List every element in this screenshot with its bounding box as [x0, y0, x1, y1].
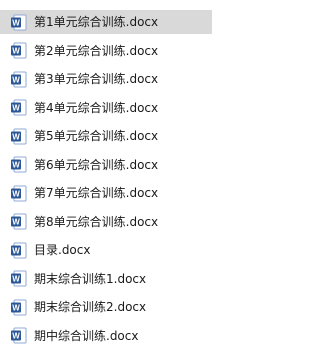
- svg-text:W: W: [12, 332, 20, 341]
- file-name: 期末综合训练2.docx: [34, 300, 147, 314]
- word-doc-icon: W: [10, 270, 27, 287]
- word-doc-icon: W: [10, 156, 27, 173]
- file-list: W 第1单元综合训练.docx W 第2单元综合训练.docx W 第3单元综合…: [0, 0, 223, 355]
- file-item-9[interactable]: W 目录.docx: [0, 238, 212, 262]
- file-item-6[interactable]: W 第6单元综合训练.docx: [0, 153, 212, 177]
- file-name: 第5单元综合训练.docx: [34, 129, 159, 143]
- word-doc-icon: W: [10, 14, 27, 31]
- svg-text:W: W: [12, 189, 20, 198]
- svg-text:W: W: [12, 132, 20, 141]
- file-item-10[interactable]: W 期末综合训练1.docx: [0, 267, 212, 291]
- file-item-2[interactable]: W 第2单元综合训练.docx: [0, 39, 212, 63]
- file-item-8[interactable]: W 第8单元综合训练.docx: [0, 210, 212, 234]
- file-item-12[interactable]: W 期中综合训练.docx: [0, 324, 212, 348]
- file-name: 第6单元综合训练.docx: [34, 157, 159, 172]
- svg-text:W: W: [12, 218, 20, 227]
- file-name: 目录.docx: [34, 243, 91, 257]
- file-name: 期中综合训练.docx: [34, 328, 139, 343]
- word-doc-icon: W: [10, 327, 27, 344]
- svg-text:W: W: [12, 104, 20, 113]
- file-item-4[interactable]: W 第4单元综合训练.docx: [0, 96, 212, 120]
- word-doc-icon: W: [10, 242, 27, 259]
- svg-text:W: W: [12, 47, 20, 56]
- file-name: 第7单元综合训练.docx: [34, 186, 159, 200]
- word-doc-icon: W: [10, 213, 27, 230]
- file-name: 第2单元综合训练.docx: [34, 43, 159, 58]
- file-name: 第8单元综合训练.docx: [34, 214, 159, 229]
- word-doc-icon: W: [10, 42, 27, 59]
- svg-text:W: W: [12, 275, 20, 284]
- word-doc-icon: W: [10, 99, 27, 116]
- file-name: 第4单元综合训练.docx: [34, 100, 159, 115]
- svg-text:W: W: [12, 161, 20, 170]
- svg-text:W: W: [12, 18, 20, 27]
- word-doc-icon: W: [10, 299, 27, 316]
- file-item-3[interactable]: W 第3单元综合训练.docx: [0, 67, 212, 91]
- word-doc-icon: W: [10, 71, 27, 88]
- file-name: 期末综合训练1.docx: [34, 271, 147, 286]
- file-name: 第1单元综合训练.docx: [34, 15, 159, 29]
- file-item-7[interactable]: W 第7单元综合训练.docx: [0, 181, 212, 205]
- word-doc-icon: W: [10, 128, 27, 145]
- svg-text:W: W: [12, 246, 20, 255]
- file-item-1[interactable]: W 第1单元综合训练.docx: [0, 10, 212, 34]
- svg-text:W: W: [12, 75, 20, 84]
- svg-text:W: W: [12, 303, 20, 312]
- file-item-11[interactable]: W 期末综合训练2.docx: [0, 295, 212, 319]
- file-name: 第3单元综合训练.docx: [34, 72, 159, 86]
- word-doc-icon: W: [10, 185, 27, 202]
- file-item-5[interactable]: W 第5单元综合训练.docx: [0, 124, 212, 148]
